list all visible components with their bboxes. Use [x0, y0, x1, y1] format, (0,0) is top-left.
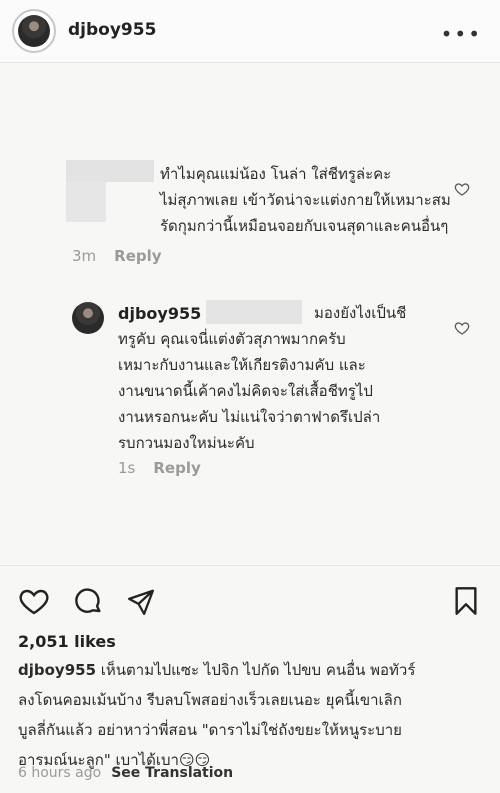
- caption-body: ลงโดนคอมเม้นบ้าง รีบลบโพสอย่างเร็วเลยเนอ…: [18, 691, 402, 769]
- censored-username: [66, 160, 154, 182]
- caption-first-line: เห็นตามไปแซะ ไปจิก ไปกัด ไปขบ คนอื่น พอท…: [96, 661, 416, 679]
- comment-reply-button[interactable]: Reply: [114, 247, 161, 265]
- comment-text: ทำไมคุณแม่น้อง โนล่า ใส่ชีทรูล่ะคะ ไม่สุ…: [160, 165, 451, 235]
- censored-block: [66, 182, 106, 222]
- header-username[interactable]: djboy955: [68, 20, 156, 40]
- see-translation-link[interactable]: See Translation: [111, 765, 233, 781]
- reply-text: ทรูคับ คุณเจนี่แต่งตัวสุภาพมากครับ เหมาะ…: [118, 330, 381, 452]
- comment-time: 3m: [72, 247, 97, 265]
- caption-username[interactable]: djboy955: [18, 661, 96, 679]
- more-options-icon[interactable]: •••: [441, 22, 482, 46]
- post-footer: 6 hours ago See Translation: [18, 765, 233, 781]
- reply-reply-button[interactable]: Reply: [153, 459, 200, 477]
- reply-like-icon[interactable]: [454, 320, 470, 336]
- post-header: djboy955 •••: [0, 0, 500, 62]
- header-divider: [0, 62, 500, 63]
- profile-avatar[interactable]: [12, 9, 56, 53]
- like-heart-icon[interactable]: [18, 585, 50, 617]
- reply-text-first-line: มองยังไงเป็นชี: [314, 304, 407, 322]
- comment-icon[interactable]: [72, 585, 104, 617]
- likes-count[interactable]: 2,051 likes: [18, 632, 116, 651]
- post-time: 6 hours ago: [18, 765, 102, 781]
- comment-like-icon[interactable]: [454, 181, 470, 197]
- reply-meta: 1s Reply: [118, 459, 201, 477]
- reply-time: 1s: [118, 459, 136, 477]
- comment-meta: 3m Reply: [72, 247, 162, 265]
- censored-mention: [206, 300, 302, 324]
- reply-avatar[interactable]: [72, 302, 104, 334]
- post-caption: djboy955 เห็นตามไปแซะ ไปจิก ไปกัด ไปขบ ค…: [18, 655, 415, 775]
- comments-divider: [0, 565, 500, 566]
- share-icon[interactable]: [126, 587, 156, 617]
- reply-username[interactable]: djboy955: [118, 304, 201, 323]
- avatar-image: [18, 15, 50, 47]
- bookmark-icon[interactable]: [450, 585, 482, 617]
